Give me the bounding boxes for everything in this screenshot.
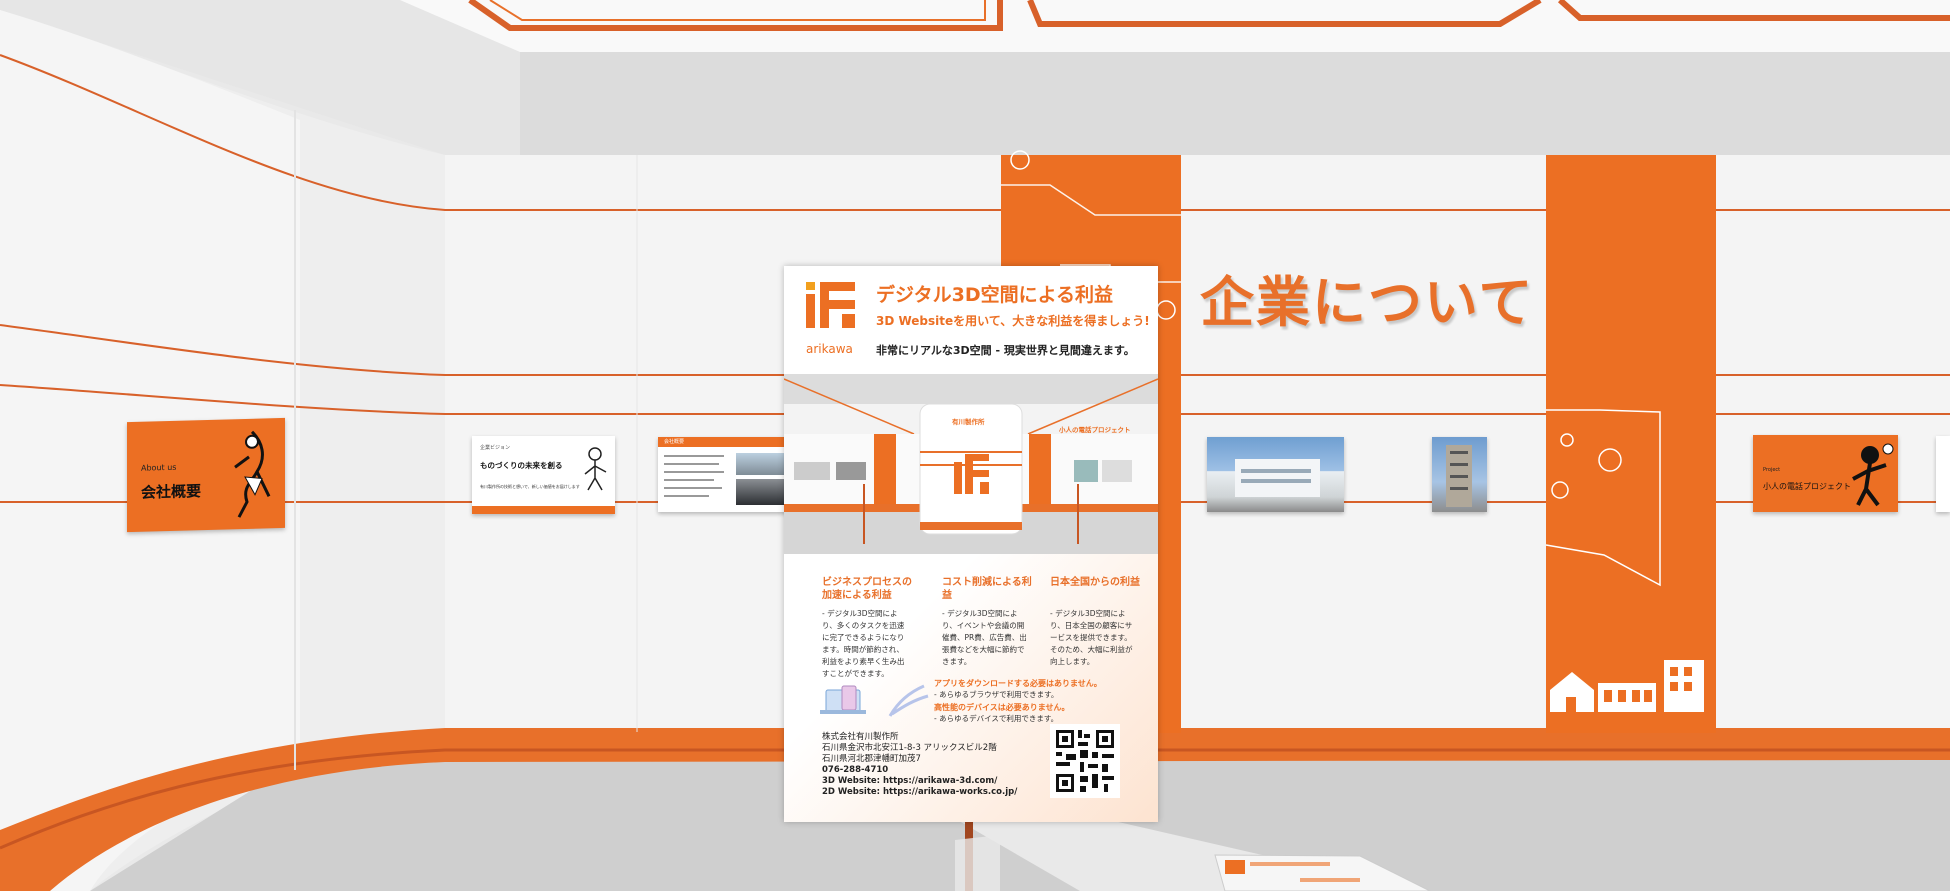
panel-company-overview[interactable]: About us 会社概要 (127, 417, 285, 533)
preview-label-right: 小人の電話プロジェクト (1059, 426, 1131, 434)
address-line: 石川県河北郡津幡町加茂7 (822, 754, 921, 764)
arikawa-logo-icon (806, 282, 855, 328)
panel-project[interactable]: Project 小人の電話プロジェクト (1753, 435, 1898, 512)
panel-title: 小人の電話プロジェクト (1763, 482, 1851, 491)
poster-subtitle: 3D Websiteを用いて、大きな利益を得ましょう! (876, 314, 1150, 328)
panel-header: 会社概要 (664, 439, 685, 445)
virtual-showroom-scene[interactable]: 企業について About us 会社概要 企業ビジョン ものづくりの未来を創る … (0, 0, 1950, 891)
note-title: アプリをダウンロードする必要はありません。 (934, 679, 1102, 688)
photo-office-building[interactable] (1432, 437, 1487, 512)
benefit-title: ビジネスプロセスの加速による利益 (822, 577, 912, 601)
panel-partial[interactable] (1936, 436, 1950, 512)
poster-tagline: 非常にリアルな3D空間 - 現実世界と見間違えます。 (876, 344, 1135, 357)
benefit-title: コスト削減による利益 (942, 577, 1032, 601)
benefit-body: - デジタル3D空間により、イベントや会議の開催費、PR費、広告費、出張費などを… (942, 609, 1027, 666)
phone-number: 076-288-4710 (822, 765, 889, 775)
note-title: 高性能のデバイスは必要ありません。 (934, 703, 1070, 712)
panel-vision[interactable]: 企業ビジョン ものづくりの未来を創る 有川製作所の技術と想いで、新しい価値をお届… (472, 436, 615, 514)
illustration-figure-icon (1852, 443, 1894, 507)
qr-code-icon[interactable] (1050, 724, 1120, 798)
website-3d-link[interactable]: 3D Website: https://arikawa-3d.com/ (822, 776, 997, 787)
info-poster[interactable]: arikawa デジタル3D空間による利益 3D Websiteを用いて、大きな… (784, 266, 1158, 822)
illustration-figure-icon (234, 430, 271, 518)
showroom-preview-image: 有川製作所 小人の電話プロジェクト (784, 374, 1158, 554)
devices-icon (820, 684, 929, 717)
panel-subtitle: About us (141, 462, 177, 473)
panel-title: ものづくりの未来を創る (480, 461, 563, 470)
panel-company-history[interactable]: 会社概要 (658, 437, 788, 512)
company-name: 株式会社有川製作所 (822, 732, 899, 742)
panel-body: 有川製作所の技術と想いで、新しい価値をお届けします (480, 484, 580, 489)
poster-title: デジタル3D空間による利益 (876, 284, 1114, 306)
benefit-body: - デジタル3D空間により、多くのタスクを迅速に完了できるようになります。時間が… (822, 609, 905, 678)
logo-text: arikawa (806, 342, 853, 356)
benefit-body: - デジタル3D空間により、日本全国の顧客にサービスを提供できます。そのため、大… (1050, 609, 1133, 666)
panel-subtitle: 企業ビジョン (480, 445, 511, 451)
note-body: - あらゆるブラウザで利用できます。 (934, 690, 1059, 699)
panel-subtitle: Project (1763, 467, 1781, 473)
address-line: 石川県金沢市北安江1-8-3 アリックスビル2階 (822, 743, 997, 753)
note-body: - あらゆるデバイスで利用できます。 (934, 714, 1059, 723)
benefit-title: 日本全国からの利益 (1050, 577, 1140, 588)
photo-company-building[interactable] (1207, 437, 1344, 512)
wall-heading: 企業について (1200, 271, 1535, 334)
preview-label-left: 有川製作所 (952, 418, 985, 426)
photo-building (736, 453, 786, 475)
panel-title: 会社概要 (141, 482, 202, 502)
photo-machine (736, 479, 786, 505)
illustration-figure-icon (584, 447, 607, 491)
website-2d-link[interactable]: 2D Website: https://arikawa-works.co.jp/ (822, 787, 1017, 798)
